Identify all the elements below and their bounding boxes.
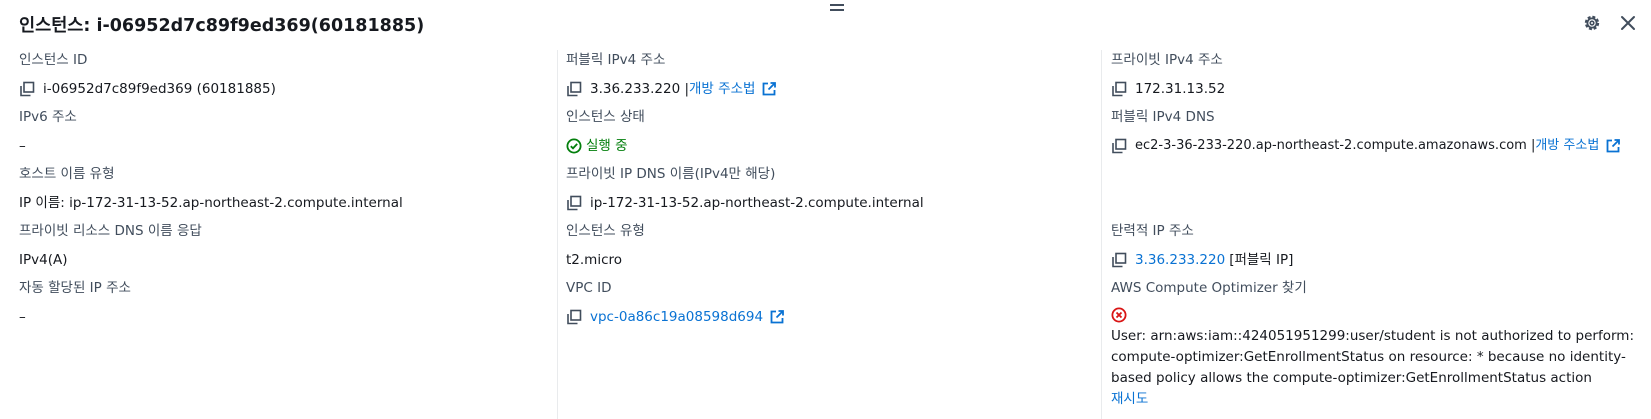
public-dns-value: ec2-3-36-233-220.ap-northeast-2.compute.…	[1135, 138, 1536, 153]
field-label: 인스턴스 유형	[566, 223, 645, 239]
instance-id-field: 인스턴스 ID i-06952d7c89f9ed369 (60181885)	[19, 50, 539, 99]
external-link-icon[interactable]	[1605, 138, 1621, 154]
error-message: User: arn:aws:iam::424051951299:user/stu…	[1111, 328, 1634, 386]
gear-icon[interactable]	[1582, 13, 1602, 33]
field-label: 자동 할당된 IP 주소	[19, 280, 131, 296]
field-label: 프라이빗 리소스 DNS 이름 응답	[19, 223, 202, 239]
copy-icon[interactable]	[566, 195, 582, 211]
private-dns-answer-field: 프라이빗 리소스 DNS 이름 응답 IPv4(A)	[19, 221, 539, 270]
vpc-id-field: VPC ID vpc-0a86c19a08598d694	[566, 278, 1086, 327]
private-ip-dns-field: 프라이빗 IP DNS 이름(IPv4만 해당) ip-172-31-13-52…	[566, 164, 1086, 213]
public-ipv4-value: 3.36.233.220 |	[590, 81, 690, 97]
copy-icon[interactable]	[19, 81, 35, 97]
elastic-ip-suffix: [퍼블릭 IP]	[1229, 252, 1294, 268]
vpc-id-link[interactable]: vpc-0a86c19a08598d694	[590, 307, 763, 327]
open-address-link[interactable]: 개방 주소법	[1535, 136, 1599, 156]
private-dns-answer-value: IPv4(A)	[19, 252, 68, 268]
field-label: 프라이빗 IP DNS 이름(IPv4만 해당)	[566, 166, 776, 182]
field-label: AWS Compute Optimizer 찾기	[1111, 280, 1307, 296]
field-label: 호스트 이름 유형	[19, 166, 115, 182]
retry-link[interactable]: 재시도	[1111, 389, 1631, 409]
x-circle-icon	[1111, 307, 1127, 323]
auto-ip-value: –	[19, 309, 26, 325]
elastic-ip-link[interactable]: 3.36.233.220	[1135, 250, 1225, 270]
copy-icon[interactable]	[1111, 81, 1127, 97]
page-title: 인스턴스: i-06952d7c89f9ed369(60181885)	[19, 16, 425, 36]
instance-state-field: 인스턴스 상태 실행 중	[566, 107, 1086, 156]
hostname-type-field: 호스트 이름 유형 IP 이름: ip-172-31-13-52.ap-nort…	[19, 164, 539, 213]
public-dns-field: 퍼블릭 IPv4 DNS ec2-3-36-233-220.ap-northea…	[1111, 107, 1631, 156]
private-ip-dns-value: ip-172-31-13-52.ap-northeast-2.compute.i…	[590, 195, 924, 211]
ipv6-value: –	[19, 138, 26, 154]
drag-handle-icon[interactable]	[830, 2, 844, 12]
external-link-icon[interactable]	[761, 81, 777, 97]
instance-type-value: t2.micro	[566, 252, 623, 268]
hostname-type-value: IP 이름: ip-172-31-13-52.ap-northeast-2.co…	[19, 195, 403, 211]
instance-id-value: i-06952d7c89f9ed369 (60181885)	[43, 81, 276, 97]
public-ipv4-field: 퍼블릭 IPv4 주소 3.36.233.220 | 개방 주소법	[566, 50, 1086, 99]
close-icon[interactable]	[1618, 13, 1638, 33]
column-divider	[557, 50, 558, 419]
copy-icon[interactable]	[566, 309, 582, 325]
field-label: IPv6 주소	[19, 109, 77, 125]
copy-icon[interactable]	[1111, 138, 1127, 154]
compute-optimizer-field: AWS Compute Optimizer 찾기 User: arn:aws:i…	[1111, 278, 1634, 409]
field-label: VPC ID	[566, 280, 612, 296]
auto-ip-field: 자동 할당된 IP 주소 –	[19, 278, 539, 327]
column-divider	[1101, 50, 1102, 419]
copy-icon[interactable]	[566, 81, 582, 97]
check-circle-icon	[566, 138, 582, 154]
instance-state-value: 실행 중	[586, 138, 628, 154]
field-label: 프라이빗 IPv4 주소	[1111, 52, 1223, 68]
copy-icon[interactable]	[1111, 252, 1127, 268]
external-link-icon[interactable]	[769, 309, 785, 325]
field-label: 퍼블릭 IPv4 DNS	[1111, 109, 1215, 125]
field-label: 인스턴스 상태	[566, 109, 645, 125]
ipv6-field: IPv6 주소 –	[19, 107, 539, 156]
field-label: 인스턴스 ID	[19, 52, 88, 68]
private-ipv4-value: 172.31.13.52	[1135, 81, 1226, 97]
open-address-link[interactable]: 개방 주소법	[689, 79, 755, 99]
instance-type-field: 인스턴스 유형 t2.micro	[566, 221, 1086, 270]
field-label: 탄력적 IP 주소	[1111, 223, 1194, 239]
elastic-ip-field: 탄력적 IP 주소 3.36.233.220 [퍼블릭 IP]	[1111, 221, 1631, 270]
field-label: 퍼블릭 IPv4 주소	[566, 52, 666, 68]
private-ipv4-field: 프라이빗 IPv4 주소 172.31.13.52	[1111, 50, 1631, 99]
